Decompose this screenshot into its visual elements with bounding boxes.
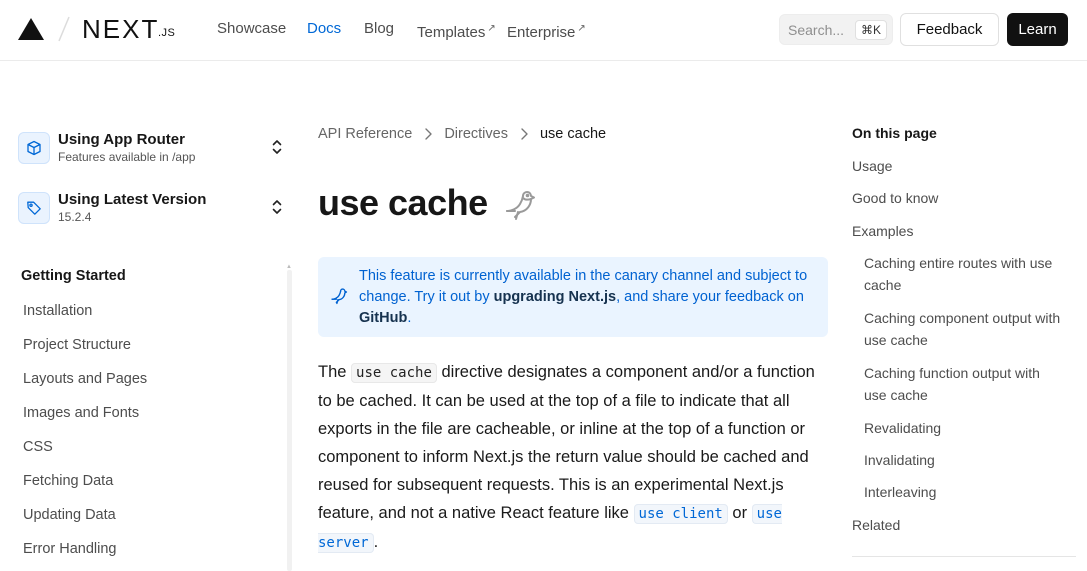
nav-docs[interactable]: Docs <box>307 20 341 38</box>
page-title: use cache <box>318 182 488 223</box>
sidebar-item-images-and-fonts[interactable]: Images and Fonts <box>23 405 139 421</box>
search-placeholder: Search... <box>788 22 845 38</box>
toc-item-caching-component-output[interactable]: Caching component output with use cache <box>864 307 1064 351</box>
router-switcher[interactable]: Using App Router Features available in /… <box>18 130 290 170</box>
cube-icon <box>18 132 50 164</box>
github-link[interactable]: GitHub <box>359 310 407 326</box>
slash-divider <box>58 16 70 42</box>
version-switcher[interactable]: Using Latest Version 15.2.4 <box>18 190 290 230</box>
canary-callout: This feature is currently available in t… <box>318 257 828 337</box>
toc-item-caching-entire-routes[interactable]: Caching entire routes with use cache <box>864 252 1064 296</box>
inline-code-use-cache: use cache <box>351 363 437 383</box>
version-title: Using Latest Version <box>58 191 207 208</box>
sidebar-item-layouts-and-pages[interactable]: Layouts and Pages <box>23 371 147 387</box>
canary-bird-icon <box>331 288 348 305</box>
nav-templates[interactable]: Templates ↗ <box>417 20 496 42</box>
nextjs-logo-suffix: .JS <box>158 27 176 39</box>
toc-divider <box>852 556 1076 557</box>
tag-icon <box>18 192 50 224</box>
sidebar-item-fetching-data[interactable]: Fetching Data <box>23 473 113 489</box>
chevron-up-down-icon <box>272 140 282 154</box>
toc-item-caching-function-output[interactable]: Caching function output with use cache <box>864 362 1064 406</box>
sidebar-section-getting-started[interactable]: Getting Started <box>21 268 126 284</box>
breadcrumb-current: use cache <box>539 126 607 142</box>
feedback-button[interactable]: Feedback <box>900 13 999 46</box>
sidebar-item-css[interactable]: CSS <box>23 439 53 455</box>
sidebar-item-error-handling[interactable]: Error Handling <box>23 541 117 557</box>
external-link-icon: ↗ <box>577 23 586 34</box>
nextjs-logo[interactable]: NEXT <box>82 15 159 43</box>
toc-title: On this page <box>852 125 937 141</box>
toc-item-invalidating[interactable]: Invalidating <box>864 449 1064 471</box>
toc-item-good-to-know[interactable]: Good to know <box>852 187 1072 209</box>
search-shortcut-badge: ⌘K <box>854 20 887 40</box>
nav-blog[interactable]: Blog <box>364 20 394 38</box>
vercel-logo-icon[interactable] <box>18 18 44 40</box>
top-navbar: NEXT .JS Showcase Docs Blog Templates ↗ E… <box>0 0 1087 61</box>
callout-text: This feature is currently available in t… <box>359 268 808 326</box>
version-subtitle: 15.2.4 <box>58 210 92 224</box>
sidebar-item-project-structure[interactable]: Project Structure <box>23 337 131 353</box>
intro-paragraph: The use cache directive designates a com… <box>318 363 815 553</box>
toc-item-interleaving[interactable]: Interleaving <box>864 481 1064 503</box>
learn-button[interactable]: Learn <box>1007 13 1068 46</box>
chevron-up-down-icon <box>272 200 282 214</box>
sidebar-item-updating-data[interactable]: Updating Data <box>23 507 116 523</box>
chevron-right-icon <box>508 126 540 142</box>
sidebar-scrollbar[interactable]: ▲ <box>285 264 293 571</box>
chevron-right-icon <box>412 126 444 142</box>
breadcrumb-directives[interactable]: Directives <box>444 126 508 142</box>
upgrading-nextjs-link[interactable]: upgrading Next.js <box>494 289 616 305</box>
toc-item-revalidating[interactable]: Revalidating <box>864 417 1064 439</box>
breadcrumb-api-reference[interactable]: API Reference <box>318 126 412 142</box>
scrollbar-track[interactable] <box>287 270 292 571</box>
toc-item-examples[interactable]: Examples <box>852 220 1072 242</box>
canary-bird-icon <box>506 191 535 220</box>
search-button[interactable]: Search... ⌘K <box>779 14 893 45</box>
use-client-link[interactable]: use client <box>633 504 728 524</box>
router-title: Using App Router <box>58 131 185 148</box>
sidebar-item-installation[interactable]: Installation <box>23 303 92 319</box>
toc-item-usage[interactable]: Usage <box>852 155 1072 177</box>
external-link-icon: ↗ <box>487 23 496 34</box>
router-subtitle: Features available in /app <box>58 150 196 164</box>
breadcrumb: API Reference Directives use cache <box>318 126 606 142</box>
toc-item-related[interactable]: Related <box>852 514 1072 536</box>
nav-showcase[interactable]: Showcase <box>217 20 286 38</box>
nav-enterprise[interactable]: Enterprise ↗ <box>507 20 586 42</box>
